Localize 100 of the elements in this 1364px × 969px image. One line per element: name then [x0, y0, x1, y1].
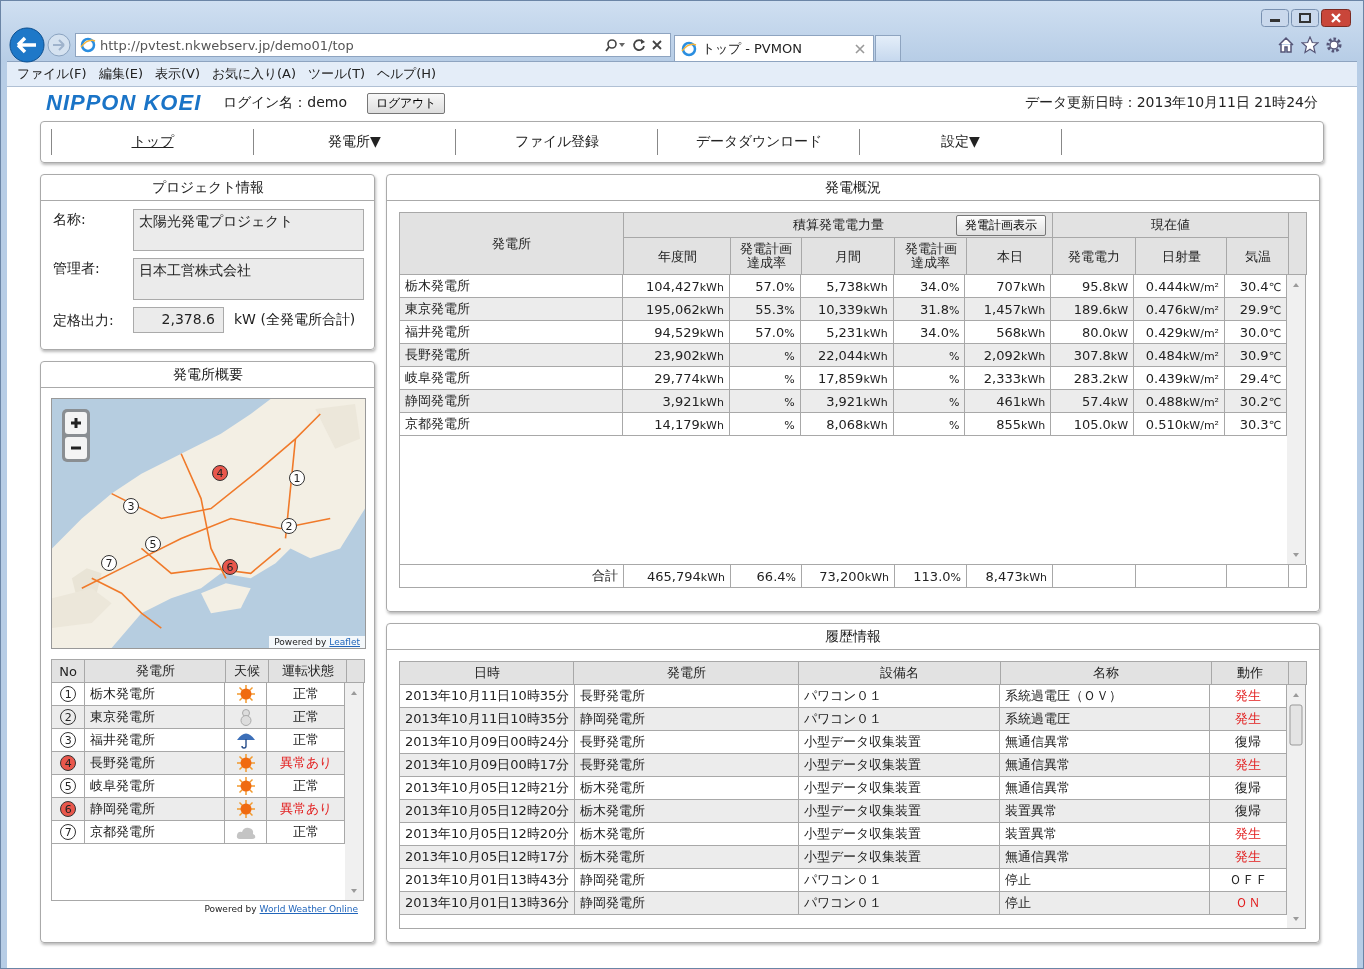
- table-cell: 系統過電圧: [999, 707, 1210, 731]
- field-label: 定格出力:: [53, 311, 115, 330]
- nav-link[interactable]: 設定▼: [859, 129, 1061, 155]
- field-label: 管理者:: [53, 259, 101, 278]
- column-header: 発電計画達成率: [730, 237, 802, 275]
- menu-item[interactable]: 表示(V): [151, 65, 205, 83]
- home-icon[interactable]: [1277, 36, 1295, 54]
- column-header: 発電電力: [1052, 237, 1136, 275]
- attribution-text: Powered by: [274, 637, 327, 647]
- table-cell: 0.429kW/m²: [1133, 320, 1225, 344]
- panel-title: 履歴情報: [387, 624, 1319, 650]
- table-cell: 5,738kWh: [800, 275, 894, 298]
- table-cell: 855kWh: [964, 412, 1051, 436]
- minimize-button[interactable]: [1261, 9, 1289, 27]
- table-cell: 2013年10月05日12時17分: [400, 845, 575, 869]
- logout-button[interactable]: ログアウト: [366, 92, 445, 114]
- panel-title: 発電概況: [387, 175, 1319, 201]
- table-cell: 長野発電所: [400, 343, 623, 367]
- column-group-header: 現在値: [1052, 212, 1289, 238]
- table-cell: 停止: [999, 891, 1210, 915]
- address-field[interactable]: http://pvtest.nkwebserv.jp/demo01/top: [75, 33, 671, 57]
- menu-item[interactable]: 編集(E): [94, 65, 147, 83]
- table-cell: 栃木発電所: [574, 845, 799, 869]
- close-icon[interactable]: [855, 43, 865, 54]
- table-cell: 栃木発電所: [574, 776, 799, 800]
- action-cell: 復帰: [1209, 776, 1287, 800]
- table-cell: 0.444kW/m²: [1133, 275, 1225, 298]
- column-group-header: 積算発電電力量: [792, 216, 884, 234]
- nav-link[interactable]: 発電所▼: [253, 129, 455, 155]
- column-header: 本日: [966, 237, 1053, 275]
- map[interactable]: 4 1 3 2 5 7 6 Powered by Leaflet: [51, 398, 366, 649]
- credit-link[interactable]: World Weather Online: [259, 904, 358, 914]
- table-cell: 95.8kW: [1050, 275, 1134, 298]
- table-cell: 104,427kWh: [622, 275, 730, 298]
- scrollbar[interactable]: [345, 683, 363, 900]
- table-cell: 小型データ収集装置: [798, 799, 1000, 823]
- attribution-link[interactable]: Leaflet: [329, 637, 360, 647]
- close-button[interactable]: [1321, 9, 1351, 27]
- nav-link[interactable]: ファイル登録: [455, 129, 657, 155]
- table-cell: 福井発電所: [400, 320, 623, 344]
- table-cell: 静岡発電所: [574, 891, 799, 915]
- search-icon[interactable]: [604, 38, 628, 52]
- table-cell: 東京発電所: [84, 705, 225, 729]
- table-cell: 30.4℃: [1224, 275, 1287, 298]
- table-cell: 静岡発電所: [84, 797, 225, 821]
- table-cell: 系統過電圧（ＯＶ）: [999, 685, 1210, 708]
- sun-icon: [236, 685, 255, 703]
- zoom-in-button[interactable]: [65, 412, 87, 434]
- table-cell: 京都発電所: [400, 412, 623, 436]
- column-header: No: [51, 659, 85, 683]
- table-cell: 0.439kW/m²: [1133, 366, 1225, 390]
- table-cell: 装置異常: [999, 799, 1210, 823]
- menu-item[interactable]: お気に入り(A): [208, 65, 301, 83]
- table-cell: 2013年10月05日12時21分: [400, 776, 575, 800]
- panel-title: プロジェクト情報: [41, 175, 374, 201]
- menu-item[interactable]: ファイル(F): [13, 65, 91, 83]
- maximize-button[interactable]: [1291, 9, 1319, 27]
- table-cell: 長野発電所: [574, 685, 799, 708]
- text-field[interactable]: 太陽光発電プロジェクト: [133, 209, 364, 251]
- browser-tab[interactable]: トップ - PVMON: [674, 35, 874, 61]
- table-cell: 34.0%: [893, 275, 965, 298]
- scrollbar[interactable]: [1287, 685, 1305, 928]
- table-cell: 80.0kW: [1050, 320, 1134, 344]
- table-cell: 2013年10月09日00時24分: [400, 730, 575, 754]
- stop-icon[interactable]: [650, 38, 664, 52]
- refresh-icon[interactable]: [632, 38, 646, 52]
- table-cell: 長野発電所: [574, 730, 799, 754]
- settings-icon[interactable]: [1325, 36, 1343, 54]
- table-cell: 2013年10月11日10時35分: [400, 707, 575, 731]
- action-cell: ＯＦＦ: [1209, 868, 1287, 892]
- table-cell: 小型データ収集装置: [798, 845, 1000, 869]
- menu-item[interactable]: ツール(T): [304, 65, 370, 83]
- unit-label: kW (全発電所合計): [234, 311, 356, 329]
- back-button[interactable]: [9, 27, 45, 63]
- scrollbar[interactable]: [1287, 275, 1305, 564]
- table-cell: パワコン０１: [798, 707, 1000, 731]
- table-cell: 無通信異常: [999, 753, 1210, 777]
- number-field[interactable]: 2,378.6: [133, 307, 224, 333]
- plan-display-button[interactable]: 発電計画表示: [956, 214, 1046, 236]
- table-cell: 5,231kWh: [800, 320, 894, 344]
- table-cell: %: [893, 412, 965, 436]
- table-cell: 小型データ収集装置: [798, 776, 1000, 800]
- table-cell: 栃木発電所: [400, 275, 623, 298]
- column-header: 設備名: [798, 661, 1001, 685]
- text-field[interactable]: 日本工営株式会社: [133, 258, 364, 300]
- nav-link[interactable]: トップ: [51, 129, 253, 155]
- zoom-out-button[interactable]: [65, 437, 87, 459]
- column-header: 発電所: [573, 661, 799, 685]
- column-header: 気温: [1226, 237, 1289, 275]
- column-header: 発電所: [84, 659, 226, 683]
- table-cell: 無通信異常: [999, 730, 1210, 754]
- table-cell: 小型データ収集装置: [798, 753, 1000, 777]
- star-icon[interactable]: [1301, 36, 1319, 54]
- table-cell: 113.0%: [894, 565, 967, 588]
- action-cell: 発生: [1209, 822, 1287, 846]
- nav-link[interactable]: データダウンロード: [657, 129, 859, 155]
- table-cell: 2013年10月05日12時20分: [400, 822, 575, 846]
- menu-item[interactable]: ヘルプ(H): [373, 65, 441, 83]
- table-cell: 34.0%: [893, 320, 965, 344]
- table-cell: 465,794kWh: [623, 565, 731, 588]
